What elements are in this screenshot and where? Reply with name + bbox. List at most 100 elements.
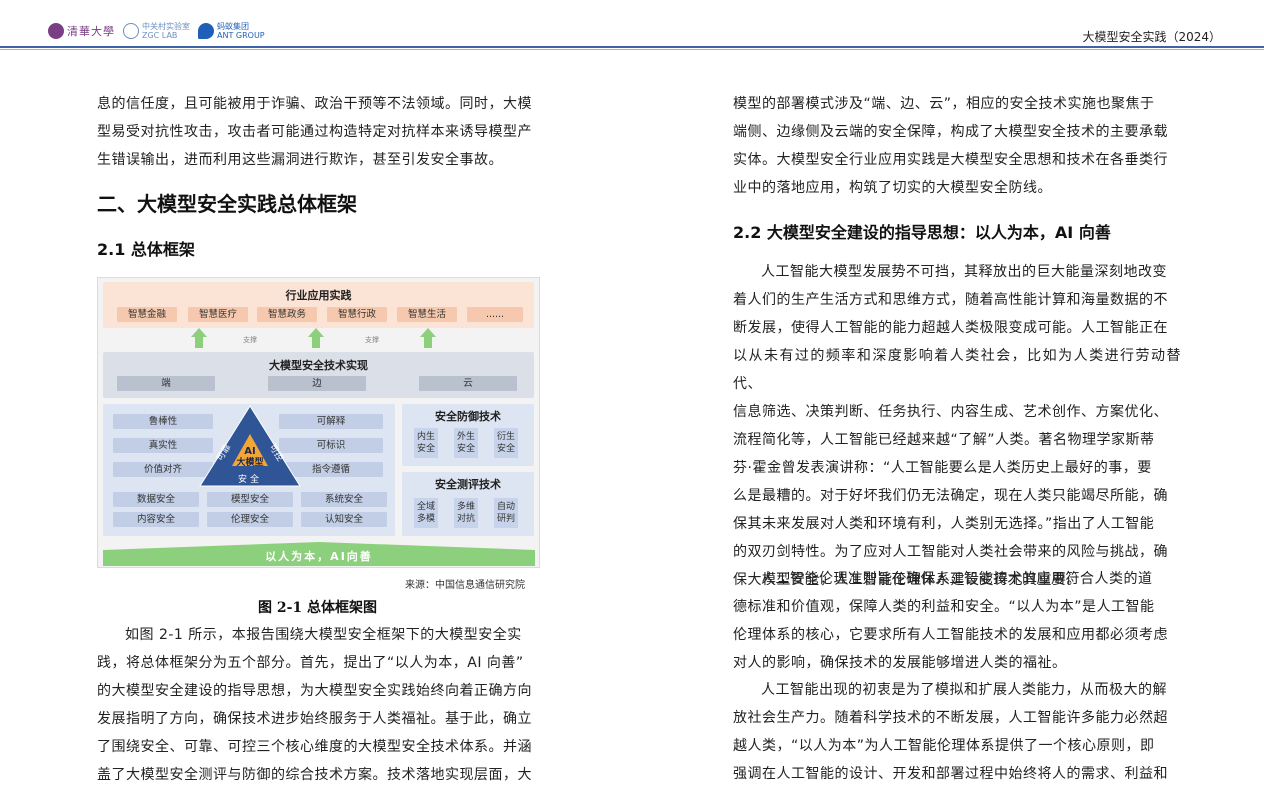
defense-item-endogenous: 内生 安全 (414, 428, 438, 458)
zgc-logo-text-en: ZGC LAB (142, 30, 178, 40)
tech-layer-title: 大模型安全技术实现 (269, 359, 368, 372)
tech-item: 云 (419, 376, 517, 391)
zgc-logo-text-cn: 中关村实验室 (142, 21, 190, 31)
figure-source: 来源：中国信息通信研究院 (405, 580, 525, 591)
zgc-lab-logo: 中关村实验室 ZGC LAB (123, 21, 190, 40)
tech-layer: 大模型安全技术实现 端 边 云 (103, 352, 534, 398)
text-line: 的大模型安全建设的指导思想，为大模型安全实践始终向着正确方向 (97, 683, 532, 699)
text-line: 业中的落地应用，构筑了切实的大模型安全防线。 (733, 180, 1052, 196)
text-line: 对人的影响，确保技术的发展能够增进人类的福祉。 (733, 655, 1067, 671)
industry-item: 智慧金融 (117, 307, 177, 322)
right-intro-paragraph: 模型的部署模式涉及“端、边、云”，相应的安全技术实施也聚焦于 端侧、边缘侧及云端… (733, 90, 1181, 202)
up-arrow-icon (420, 328, 436, 348)
figure-caption: 图 2-1 总体框架图 (258, 600, 378, 616)
text-line: 流程简化等，人工智能已经越来越“了解”人类。著名物理学家斯蒂 (733, 432, 1155, 448)
document-title: 大模型安全实践（2024） (1082, 30, 1221, 44)
text-line: 的双刃剑特性。为了应对人工智能对人类社会带来的风险与挑战，确 (733, 544, 1168, 560)
header-divider (0, 46, 1264, 48)
industry-layer: 行业应用实践 智慧金融 智慧医疗 智慧政务 智慧行政 智慧生活 ...... (103, 282, 534, 328)
text-line: 模型的部署模式涉及“端、边、云”，相应的安全技术实施也聚焦于 (733, 96, 1155, 112)
text-line: 践，将总体框架分为五个部分。首先，提出了“以人为本，AI 向善” (97, 655, 524, 671)
text-line: 了围绕安全、可靠、可控三个核心维度的大模型安全技术体系。并涵 (97, 739, 532, 755)
security-item: 认知安全 (301, 512, 387, 527)
text-line: 么是最糟的。对于好坏我们仍无法确定，现在人类只能竭尽所能，确 (733, 488, 1168, 504)
defense-item-exogenous: 外生 安全 (454, 428, 478, 458)
ant-logo-text-cn: 蚂蚁集团 (217, 21, 249, 31)
text-line: 生错误输出，进而利用这些漏洞进行欺诈，甚至引发安全事故。 (97, 152, 503, 168)
industry-item: 智慧医疗 (188, 307, 248, 322)
banner-text: 以人为本，AI向善 (265, 549, 373, 563)
text-line: 型易受对抗性攻击，攻击者可能通过构造特定对抗样本来诱导模型产 (97, 124, 532, 140)
core-dimensions-panel: 鲁棒性 真实性 价值对齐 可解释 可标识 指令遵循 AI 大模型 可靠 可控 安… (103, 404, 395, 536)
right-paragraph-1: 人工智能大模型发展势不可挡，其释放出的巨大能量深刻地改变 着人们的生产生活方式和… (733, 258, 1181, 594)
text-line: 实体。大模型安全行业应用实践是大模型安全思想和技术在各垂类行 (733, 152, 1168, 168)
text-line: 保其未来发展对人类和环境有利，人类别无选择。”指出了人工智能 (733, 516, 1155, 532)
text-line: 人工智能出现的初衷是为了模拟和扩展人类能力，从而极大的解 (761, 682, 1167, 698)
triangle-center-ai: AI (244, 446, 255, 457)
defense-item-derivative: 衍生 安全 (494, 428, 518, 458)
ant-emblem-icon (198, 23, 214, 39)
text-line: 芬·霍金曾发表演讲称：“人工智能要么是人类历史上最好的事，要 (733, 460, 1152, 476)
text-line: 着人们的生产生活方式和思维方式，随着高性能计算和海量数据的不 (733, 292, 1168, 308)
text-line: 人工智能伦理准则旨在确保人工智能技术的应用符合人类的道 (761, 571, 1153, 587)
defense-panel-title: 安全防御技术 (435, 410, 501, 423)
eval-item-multi-dimension: 多维 对抗 (454, 498, 478, 528)
left-intro-paragraph: 息的信任度，且可能被用于诈骗、政治干预等不法领域。同时，大模 型易受对抗性攻击，… (97, 90, 542, 174)
security-item: 数据安全 (113, 492, 199, 507)
logo-group: 清華大學 中关村实验室 ZGC LAB 蚂蚁集团 ANT GROUP (48, 20, 265, 42)
support-label: 支撑 (365, 336, 379, 344)
security-item: 模型安全 (207, 492, 293, 507)
industry-item: 智慧行政 (327, 307, 387, 322)
eval-item-full-domain: 全域 多模 (414, 498, 438, 528)
tech-item: 边 (268, 376, 366, 391)
text-line: 德标准和价值观，保障人类的利益和安全。“以人为本”是人工智能 (733, 599, 1155, 615)
zgc-emblem-icon (123, 23, 139, 39)
page-header: 清華大學 中关村实验室 ZGC LAB 蚂蚁集团 ANT GROUP 大模型安全… (0, 0, 1264, 50)
text-line: 越人类，“以人为本”为人工智能伦理体系提供了一个核心原则，即 (733, 738, 1155, 754)
industry-item: 智慧生活 (397, 307, 457, 322)
security-item: 伦理安全 (207, 512, 293, 527)
text-line: 信息筛选、决策判断、任务执行、内容生成、艺术创作、方案优化、 (733, 404, 1168, 420)
right-paragraph-3: 人工智能出现的初衷是为了模拟和扩展人类能力，从而极大的解 放社会生产力。随着科学… (733, 676, 1181, 788)
text-line: 放社会生产力。随着科学技术的不断发展，人工智能许多能力必然超 (733, 710, 1168, 726)
defense-panel: 安全防御技术 内生 安全 外生 安全 衍生 安全 (402, 404, 534, 466)
text-line: 伦理体系的核心，它要求所有人工智能技术的发展和应用都必须考虑 (733, 627, 1168, 643)
subsection-heading-2-2: 2.2 大模型安全建设的指导思想：以人为本，AI 向善 (733, 223, 1111, 242)
text-line: 盖了大模型安全测评与防御的综合技术方案。技术落地实现层面，大 (97, 767, 532, 783)
guiding-principle-banner: 以人为本，AI向善 (103, 542, 535, 566)
industry-item: 智慧政务 (257, 307, 317, 322)
text-line: 强调在人工智能的设计、开发和部署过程中始终将人的需求、利益和 (733, 766, 1168, 782)
text-line: 以从未有过的频率和深度影响着人类社会，比如为人类进行劳动替代、 (733, 348, 1181, 392)
right-paragraph-2: 人工智能伦理准则旨在确保人工智能技术的应用符合人类的道 德标准和价值观，保障人类… (733, 565, 1181, 677)
ant-group-logo: 蚂蚁集团 ANT GROUP (198, 21, 265, 40)
framework-figure: 行业应用实践 智慧金融 智慧医疗 智慧政务 智慧行政 智慧生活 ...... 支… (97, 277, 540, 568)
security-item: 内容安全 (113, 512, 199, 527)
eval-item-auto-judge: 自动 研判 (494, 498, 518, 528)
evaluation-panel: 安全测评技术 全域 多模 多维 对抗 自动 研判 (402, 472, 534, 536)
tsinghua-logo-text: 清華大學 (67, 24, 115, 38)
industry-layer-title: 行业应用实践 (285, 289, 352, 302)
ant-logo-text-en: ANT GROUP (217, 30, 265, 40)
up-arrow-icon (308, 328, 324, 348)
text-line: 人工智能大模型发展势不可挡，其释放出的巨大能量深刻地改变 (761, 264, 1167, 280)
triangle-bottom-label: 安全 (238, 473, 262, 485)
left-body-paragraph: 如图 2-1 所示，本报告围绕大模型安全框架下的大模型安全实 践，将总体框架分为… (97, 621, 542, 789)
header-divider-thin (0, 49, 1264, 50)
text-line: 发展指明了方向，确保技术进步始终服务于人类福祉。基于此，确立 (97, 711, 532, 727)
evaluation-panel-title: 安全测评技术 (435, 478, 501, 491)
tech-item: 端 (117, 376, 215, 391)
tsinghua-emblem-icon (48, 23, 64, 39)
support-label: 支撑 (243, 336, 257, 344)
text-line: 端侧、边缘侧及云端的安全保障，构成了大模型安全技术的主要承载 (733, 124, 1168, 140)
security-item: 系统安全 (301, 492, 387, 507)
up-arrow-icon (191, 328, 207, 348)
text-line: 息的信任度，且可能被用于诈骗、政治干预等不法领域。同时，大模 (97, 96, 532, 112)
subsection-heading-2-1: 2.1 总体框架 (97, 240, 195, 259)
text-line: 如图 2-1 所示，本报告围绕大模型安全框架下的大模型安全实 (125, 627, 522, 643)
ai-model-triangle: AI 大模型 可靠 可控 安全 (199, 405, 301, 487)
triangle-center-model: 大模型 (236, 456, 263, 468)
section-heading: 二、大模型安全实践总体框架 (97, 192, 357, 216)
industry-item: ...... (467, 307, 523, 322)
tsinghua-logo: 清華大學 (48, 23, 115, 39)
text-line: 断发展，使得人工智能的能力超越人类极限变成可能。人工智能正在 (733, 320, 1168, 336)
